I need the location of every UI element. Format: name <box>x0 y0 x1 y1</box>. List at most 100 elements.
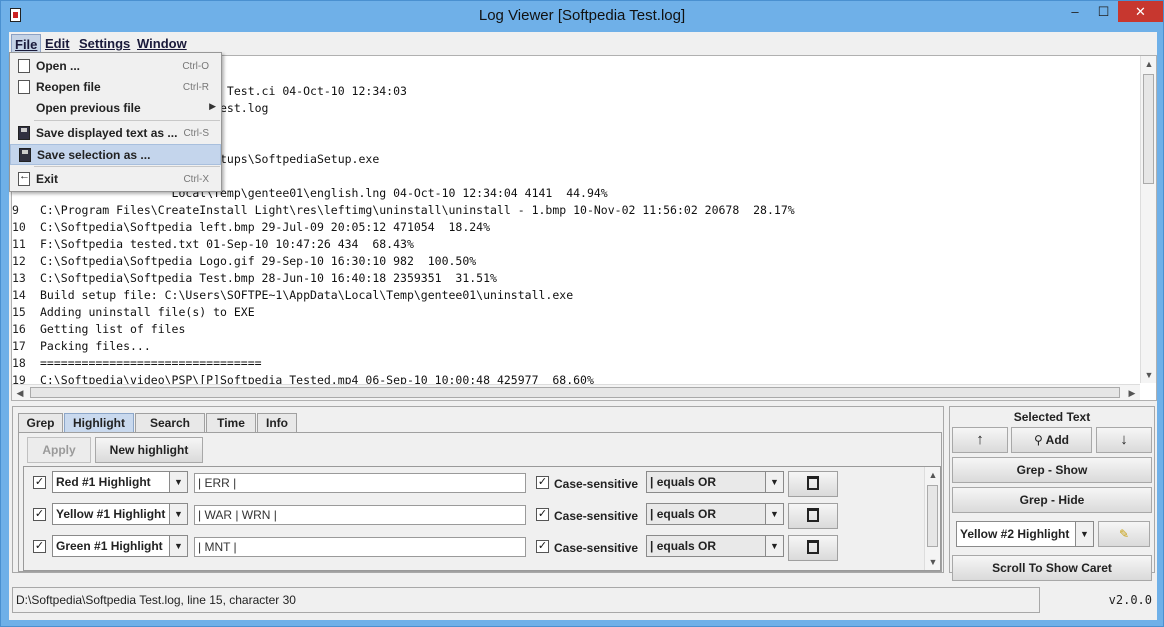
save-icon <box>19 148 31 162</box>
line-number: 11 <box>12 237 26 251</box>
menu-item-exit[interactable]: Exit Ctrl-X <box>10 169 221 190</box>
case-sensitive-checkbox[interactable]: ✓ <box>536 540 549 553</box>
delete-highlight-button[interactable] <box>788 535 838 561</box>
add-label: Add <box>1045 433 1069 447</box>
menu-separator <box>34 120 220 121</box>
log-line: 17 Packing files... <box>12 338 1140 355</box>
highlighter-icon: ✎ <box>1118 527 1130 541</box>
tab-info[interactable]: Info <box>257 413 297 433</box>
pattern-input[interactable]: | MNT | <box>194 537 526 557</box>
log-line: 9 C:\Program Files\CreateInstall Light\re… <box>12 202 1140 219</box>
maximize-button[interactable]: ☐ <box>1090 1 1117 22</box>
scroll-up-arrow-icon[interactable]: ▲ <box>1141 56 1156 72</box>
scroll-thumb[interactable] <box>927 485 938 547</box>
menu-item-reopen[interactable]: Reopen file Ctrl-R <box>10 77 221 98</box>
highlight-name-value: Yellow #1 Highlight <box>56 507 166 521</box>
highlight-name-select[interactable]: Yellow #1 Highlight ▼ <box>52 503 188 525</box>
chevron-down-icon: ▼ <box>169 472 187 492</box>
grep-show-button[interactable]: Grep - Show <box>952 457 1152 483</box>
match-mode-value: | equals OR <box>650 539 717 553</box>
selected-text-panel: Selected Text ↑ ⚲ Add ↓ Grep - Show Grep… <box>949 406 1155 581</box>
highlight-row: ✓ Yellow #1 Highlight ▼ | WAR | WRN | ✓ C… <box>24 499 922 531</box>
delete-highlight-button[interactable] <box>788 471 838 497</box>
line-number: 10 <box>12 220 26 234</box>
apply-button[interactable]: Apply <box>27 437 91 463</box>
menu-item-save-selection[interactable]: Save selection as ... <box>10 144 221 165</box>
next-match-button[interactable]: ↓ <box>1096 427 1152 453</box>
save-icon <box>18 126 30 140</box>
highlight-style-select[interactable]: Yellow #2 Highlight ▼ <box>956 521 1094 547</box>
add-selection-button[interactable]: ⚲ Add <box>1011 427 1092 453</box>
enable-checkbox[interactable]: ✓ <box>33 508 46 521</box>
menu-window[interactable]: Window <box>134 34 190 53</box>
line-number: 16 <box>12 322 26 336</box>
arrow-up-icon: ↑ <box>976 431 984 448</box>
case-sensitive-checkbox[interactable]: ✓ <box>536 476 549 489</box>
close-button[interactable]: ✕ <box>1118 1 1163 22</box>
line-number: 18 <box>12 356 26 370</box>
status-text: D:\Softpedia\Softpedia Test.log, line 15… <box>12 587 1040 613</box>
line-text: C:\Softpedia\Softpedia Logo.gif 29-Sep-1… <box>40 254 477 268</box>
log-line: 12 C:\Softpedia\Softpedia Logo.gif 29-Sep… <box>12 253 1140 270</box>
tab-time[interactable]: Time <box>206 413 256 433</box>
menu-item-open[interactable]: Open ... Ctrl-O <box>10 56 221 77</box>
menu-item-open-previous[interactable]: Open previous file ▶ <box>10 98 221 119</box>
enable-checkbox[interactable]: ✓ <box>33 476 46 489</box>
scroll-right-arrow-icon[interactable]: ▶ <box>1124 385 1140 400</box>
log-line: 11 F:\Softpedia tested.txt 01-Sep-10 10:4… <box>12 236 1140 253</box>
file-menu-dropdown: Open ... Ctrl-O Reopen file Ctrl-R Open … <box>9 52 222 192</box>
apply-highlight-button[interactable]: ✎ <box>1098 521 1150 547</box>
scroll-thumb[interactable] <box>1143 74 1154 184</box>
tab-grep[interactable]: Grep <box>18 413 63 433</box>
chevron-down-icon: ▼ <box>1075 522 1093 546</box>
menu-item-open-label: Open ... <box>36 59 81 73</box>
menu-item-save-displayed-shortcut: Ctrl-S <box>183 128 209 139</box>
log-line: 18 ================================ <box>12 355 1140 372</box>
log-line: 16 Getting list of files <box>12 321 1140 338</box>
highlight-style-value: Yellow #2 Highlight <box>960 527 1070 541</box>
case-sensitive-label: Case-sensitive <box>554 509 639 523</box>
previous-match-button[interactable]: ↑ <box>952 427 1008 453</box>
highlight-rows-scrollbar[interactable]: ▲ ▼ <box>924 467 940 570</box>
menu-settings[interactable]: Settings <box>76 34 133 53</box>
tab-search[interactable]: Search <box>135 413 205 433</box>
menu-item-reopen-shortcut: Ctrl-R <box>182 82 209 93</box>
scroll-to-caret-button[interactable]: Scroll To Show Caret <box>952 555 1152 581</box>
enable-checkbox[interactable]: ✓ <box>33 540 46 553</box>
line-text: Packing files... <box>40 339 151 353</box>
match-mode-select[interactable]: | equals OR ▼ <box>646 535 784 557</box>
client-area: File Edit Settings Window ftpedia Test.c… <box>9 32 1157 620</box>
pattern-input[interactable]: | WAR | WRN | <box>194 505 526 525</box>
selected-text-title: Selected Text <box>1013 410 1091 424</box>
highlight-name-select[interactable]: Green #1 Highlight ▼ <box>52 535 188 557</box>
match-mode-select[interactable]: | equals OR ▼ <box>646 471 784 493</box>
menu-separator <box>34 166 220 167</box>
highlight-name-value: Green #1 Highlight <box>56 539 163 553</box>
grep-hide-button[interactable]: Grep - Hide <box>952 487 1152 513</box>
scroll-up-arrow-icon[interactable]: ▲ <box>925 467 940 483</box>
minimize-button[interactable]: – <box>1061 1 1089 22</box>
line-number: 17 <box>12 339 26 353</box>
editor-vertical-scrollbar[interactable]: ▲ ▼ <box>1140 56 1156 383</box>
highlight-name-value: Red #1 Highlight <box>56 475 151 489</box>
tab-highlight[interactable]: Highlight <box>64 413 134 433</box>
menu-edit[interactable]: Edit <box>42 34 73 53</box>
delete-highlight-button[interactable] <box>788 503 838 529</box>
new-highlight-button[interactable]: New highlight <box>95 437 203 463</box>
trash-icon <box>807 540 819 554</box>
scroll-left-arrow-icon[interactable]: ◀ <box>12 385 28 400</box>
log-line: 14 Build setup file: C:\Users\SOFTPE~1\Ap… <box>12 287 1140 304</box>
log-line: 10 C:\Softpedia\Softpedia left.bmp 29-Jul… <box>12 219 1140 236</box>
menu-file[interactable]: File <box>11 34 42 53</box>
case-sensitive-checkbox[interactable]: ✓ <box>536 508 549 521</box>
editor-horizontal-scrollbar[interactable]: ◀ ▶ <box>12 384 1140 400</box>
menu-item-save-displayed[interactable]: Save displayed text as ... Ctrl-S <box>10 123 221 144</box>
pattern-input[interactable]: | ERR | <box>194 473 526 493</box>
scroll-down-arrow-icon[interactable]: ▼ <box>1141 367 1156 383</box>
highlight-name-select[interactable]: Red #1 Highlight ▼ <box>52 471 188 493</box>
scroll-down-arrow-icon[interactable]: ▼ <box>925 554 940 570</box>
menu-item-exit-shortcut: Ctrl-X <box>183 174 209 185</box>
match-mode-select[interactable]: | equals OR ▼ <box>646 503 784 525</box>
hscroll-thumb[interactable] <box>30 387 1120 398</box>
title-bar: Log Viewer [Softpedia Test.log] – ☐ ✕ <box>1 1 1163 31</box>
